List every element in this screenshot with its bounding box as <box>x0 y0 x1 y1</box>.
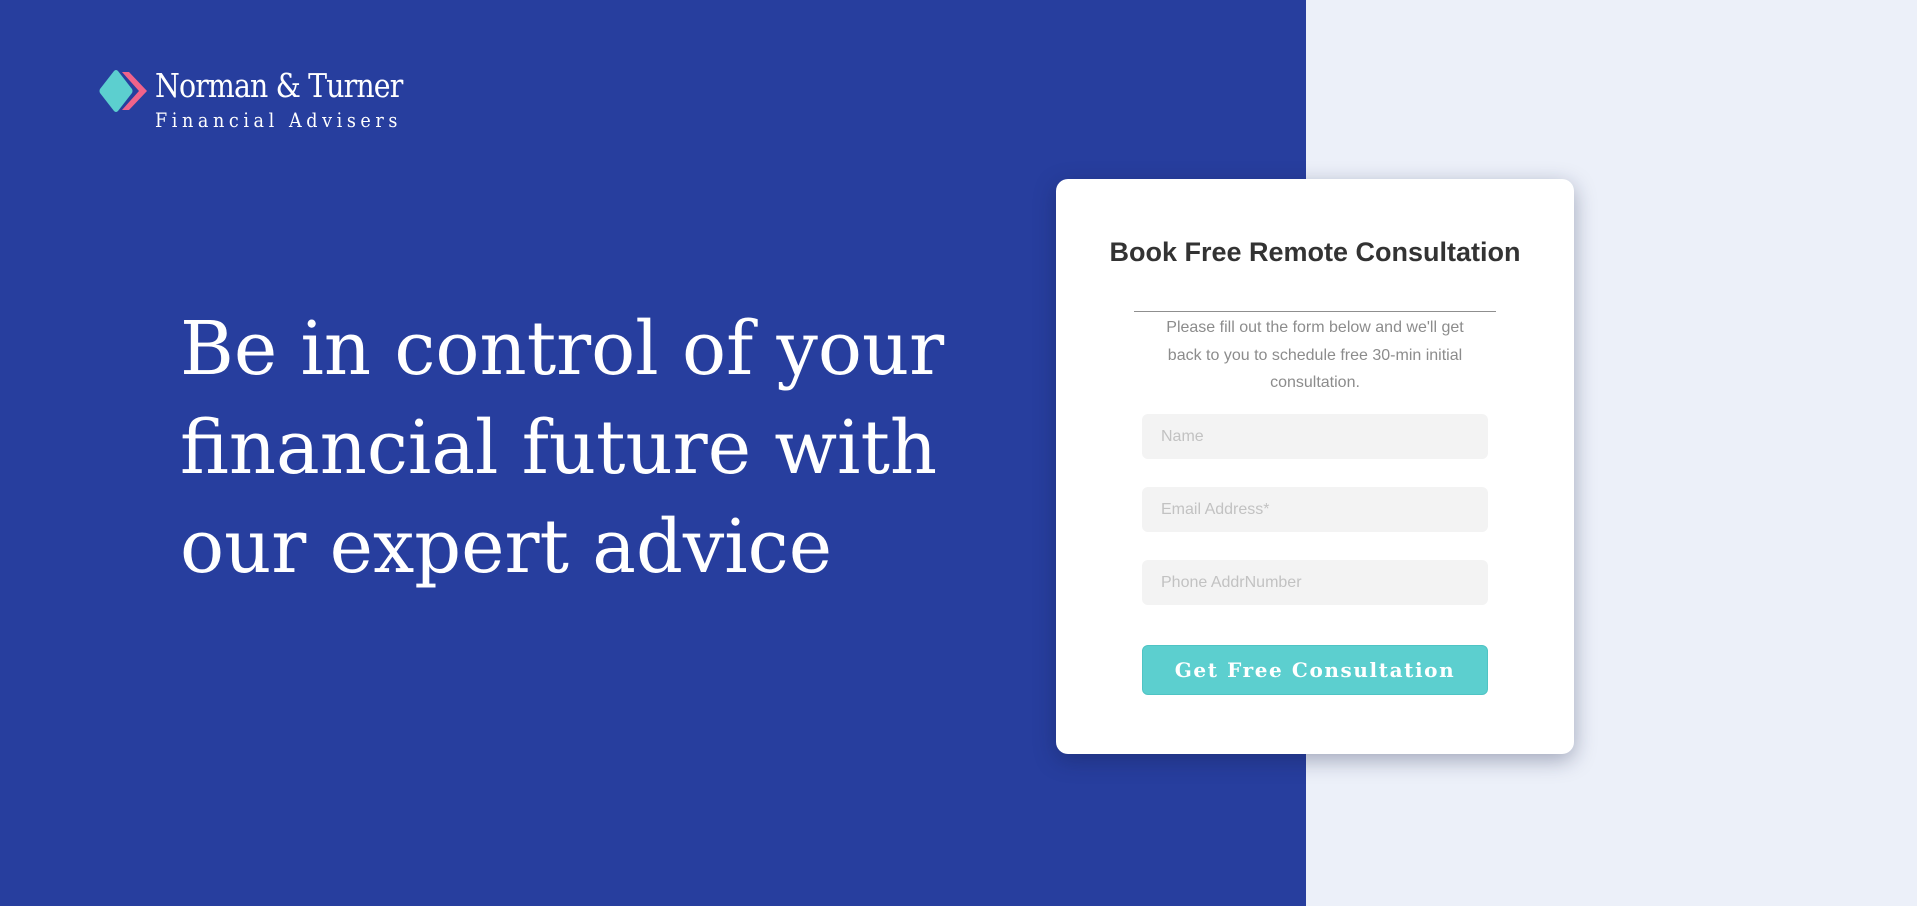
phone-input[interactable] <box>1142 560 1488 605</box>
headline-line-3: our expert advice <box>180 504 833 590</box>
email-input[interactable] <box>1142 487 1488 532</box>
form-description: Please fill out the form below and we'll… <box>1166 319 1464 391</box>
form-title: Book Free Remote Consultation <box>1109 237 1521 267</box>
brand-logo[interactable]: Norman & Turner Financial Advisers <box>99 66 403 136</box>
consultation-form-card: Book Free Remote Consultation Please fil… <box>1056 179 1574 754</box>
headline-line-2: financial future with <box>180 405 938 491</box>
get-free-consultation-button[interactable]: Get Free Consultation <box>1142 645 1488 695</box>
name-input[interactable] <box>1142 414 1488 459</box>
form-divider <box>1134 311 1496 312</box>
double-chevron-diamond-icon <box>99 70 147 112</box>
headline-line-1: Be in control of your <box>180 306 945 392</box>
brand-tagline: Financial Advisers <box>155 108 403 132</box>
brand-name: Norman & Turner <box>155 66 403 105</box>
hero-headline: Be in control of your financial future w… <box>180 300 945 597</box>
